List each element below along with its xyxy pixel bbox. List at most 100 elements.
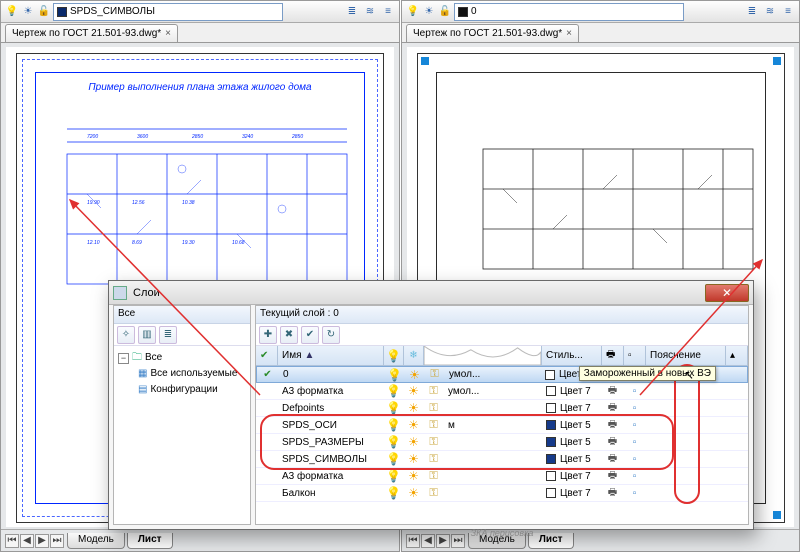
cell-on[interactable]: 💡 — [384, 435, 404, 449]
layer-iso-icon[interactable]: ≋ — [363, 5, 377, 19]
cell-on[interactable]: 💡 — [385, 368, 405, 382]
cell-on[interactable]: 💡 — [384, 469, 404, 483]
cell-on[interactable]: 💡 — [384, 418, 404, 432]
layer-row[interactable]: Defpoints💡☀⚿Цвет 7🖶▫ — [256, 400, 748, 417]
tab-nav-prev[interactable]: ◀ — [20, 534, 34, 548]
layer-row[interactable]: А3 форматка💡☀⚿умол...Цвет 7🖶▫ — [256, 383, 748, 400]
grip-br[interactable] — [773, 511, 781, 519]
tree-configs[interactable]: ▤ Конфигурации — [138, 382, 246, 398]
col-on-icon[interactable]: 💡 — [384, 346, 404, 365]
tab-sheet[interactable]: Лист — [528, 533, 574, 549]
cell-plot[interactable]: 🖶 — [602, 400, 624, 417]
col-name[interactable]: Имя ▲ — [278, 346, 384, 365]
layer-iso-icon[interactable]: ≋ — [763, 5, 777, 19]
cell-freeze[interactable]: ☀ — [404, 435, 424, 449]
cell-vp-freeze[interactable]: ▫ — [624, 454, 646, 465]
layer-row[interactable]: А3 форматка💡☀⚿Цвет 7🖶▫ — [256, 468, 748, 485]
layer-combo[interactable]: SPDS_СИМВОЛЫ — [53, 3, 283, 21]
tab-nav-prev[interactable]: ◀ — [421, 534, 435, 548]
layer-states-icon[interactable]: ≣ — [345, 5, 359, 19]
cell-freeze[interactable]: ☀ — [404, 452, 424, 466]
tree-root[interactable]: − 🗀 Все — [118, 350, 246, 366]
doc-tab[interactable]: Чертеж по ГОСТ 21.501-93.dwg* × — [5, 24, 178, 42]
cell-freeze[interactable]: ☀ — [404, 401, 424, 415]
tab-nav-last[interactable]: ⏭ — [50, 534, 64, 548]
cell-plot[interactable]: 🖶 — [602, 451, 624, 468]
col-desc[interactable]: Пояснение — [646, 346, 726, 365]
cell-color[interactable]: Цвет 7 — [542, 488, 602, 499]
cell-freeze[interactable]: ☀ — [404, 384, 424, 398]
grip-tl[interactable] — [421, 57, 429, 65]
cell-color[interactable]: Цвет 7 — [542, 386, 602, 397]
close-icon[interactable]: × — [165, 28, 171, 39]
layer-states-icon[interactable]: ≣ — [745, 5, 759, 19]
tab-nav-last[interactable]: ⏭ — [451, 534, 465, 548]
cell-on[interactable]: 💡 — [384, 486, 404, 500]
layer-row[interactable]: Балкон💡☀⚿Цвет 7🖶▫ — [256, 485, 748, 502]
cell-lock[interactable]: ⚿ — [424, 419, 444, 432]
cell-freeze[interactable]: ☀ — [404, 486, 424, 500]
cell-color[interactable]: Цвет 5 — [542, 437, 602, 448]
layer-row[interactable]: SPDS_РАЗМЕРЫ💡☀⚿Цвет 5🖶▫ — [256, 434, 748, 451]
tab-sheet[interactable]: Лист — [127, 533, 173, 549]
doc-tab[interactable]: Чертеж по ГОСТ 21.501-93.dwg* × — [406, 24, 579, 42]
cell-on[interactable]: 💡 — [384, 452, 404, 466]
cell-lock[interactable]: ⚿ — [424, 436, 444, 449]
layer-row[interactable]: SPDS_ОСИ💡☀⚿мЦвет 5🖶▫ — [256, 417, 748, 434]
states-icon[interactable]: ≣ — [159, 326, 177, 344]
tree-used[interactable]: ▦ Все используемые — [138, 366, 246, 382]
col-vp-freeze-icon[interactable]: ▫ — [624, 346, 646, 365]
close-icon[interactable]: × — [566, 28, 572, 39]
cell-color[interactable]: Цвет 5 — [542, 420, 602, 431]
collapse-icon[interactable]: − — [118, 353, 129, 364]
dialog-titlebar[interactable]: Слои ✕ — [109, 281, 753, 305]
close-button[interactable]: ✕ — [705, 284, 749, 302]
cell-vp-freeze[interactable]: ▫ — [624, 471, 646, 482]
filter-tree[interactable]: − 🗀 Все ▦ Все используемые ▤ Конфигураци… — [114, 346, 250, 524]
new-layer-icon[interactable]: ✚ — [259, 326, 277, 344]
layer-prev-icon[interactable]: ≡ — [381, 5, 395, 19]
cell-lock[interactable]: ⚿ — [424, 453, 444, 466]
cell-color[interactable]: Цвет 7 — [542, 403, 602, 414]
layer-combo[interactable]: 0 — [454, 3, 684, 21]
delete-layer-icon[interactable]: ✖ — [280, 326, 298, 344]
col-plot-icon[interactable]: 🖶 — [602, 346, 624, 365]
cell-freeze[interactable]: ☀ — [405, 368, 425, 382]
layer-row[interactable]: SPDS_СИМВОЛЫ💡☀⚿Цвет 5🖶▫ — [256, 451, 748, 468]
cell-lock[interactable]: ⚿ — [424, 487, 444, 500]
cell-freeze[interactable]: ☀ — [404, 469, 424, 483]
cell-color[interactable]: Цвет 7 — [542, 471, 602, 482]
tab-nav-next[interactable]: ▶ — [35, 534, 49, 548]
layer-prev-icon[interactable]: ≡ — [781, 5, 795, 19]
refresh-icon[interactable]: ↻ — [322, 326, 340, 344]
cell-plot[interactable]: 🖶 — [602, 468, 624, 485]
cell-vp-freeze[interactable]: ▫ — [624, 437, 646, 448]
cell-plot[interactable]: 🖶 — [602, 485, 624, 502]
col-freeze-icon[interactable]: ❄ — [404, 346, 424, 365]
cell-plot[interactable]: 🖶 — [602, 417, 624, 434]
cell-lock[interactable]: ⚿ — [424, 385, 444, 398]
col-scroll[interactable]: ▴ — [726, 346, 748, 365]
col-current[interactable]: ✔ — [256, 346, 278, 365]
cell-lock[interactable]: ⚿ — [425, 368, 445, 381]
new-group-icon[interactable]: ▥ — [138, 326, 156, 344]
tab-nav-first[interactable]: ⏮ — [406, 534, 420, 548]
cell-plot[interactable]: 🖶 — [602, 434, 624, 451]
tab-model[interactable]: Модель — [67, 533, 125, 549]
set-current-icon[interactable]: ✔ — [301, 326, 319, 344]
tab-nav-first[interactable]: ⏮ — [5, 534, 19, 548]
cell-on[interactable]: 💡 — [384, 401, 404, 415]
cell-plot[interactable]: 🖶 — [602, 383, 624, 400]
cell-vp-freeze[interactable]: ▫ — [624, 420, 646, 431]
cell-vp-freeze[interactable]: ▫ — [624, 488, 646, 499]
new-filter-icon[interactable]: ✧ — [117, 326, 135, 344]
cell-vp-freeze[interactable]: ▫ — [624, 386, 646, 397]
cell-lock[interactable]: ⚿ — [424, 402, 444, 415]
cell-color[interactable]: Цвет 5 — [542, 454, 602, 465]
col-style[interactable]: Стиль... — [542, 346, 602, 365]
cell-lock[interactable]: ⚿ — [424, 470, 444, 483]
tab-nav-next[interactable]: ▶ — [436, 534, 450, 548]
cell-on[interactable]: 💡 — [384, 384, 404, 398]
cell-freeze[interactable]: ☀ — [404, 418, 424, 432]
cell-vp-freeze[interactable]: ▫ — [624, 403, 646, 414]
